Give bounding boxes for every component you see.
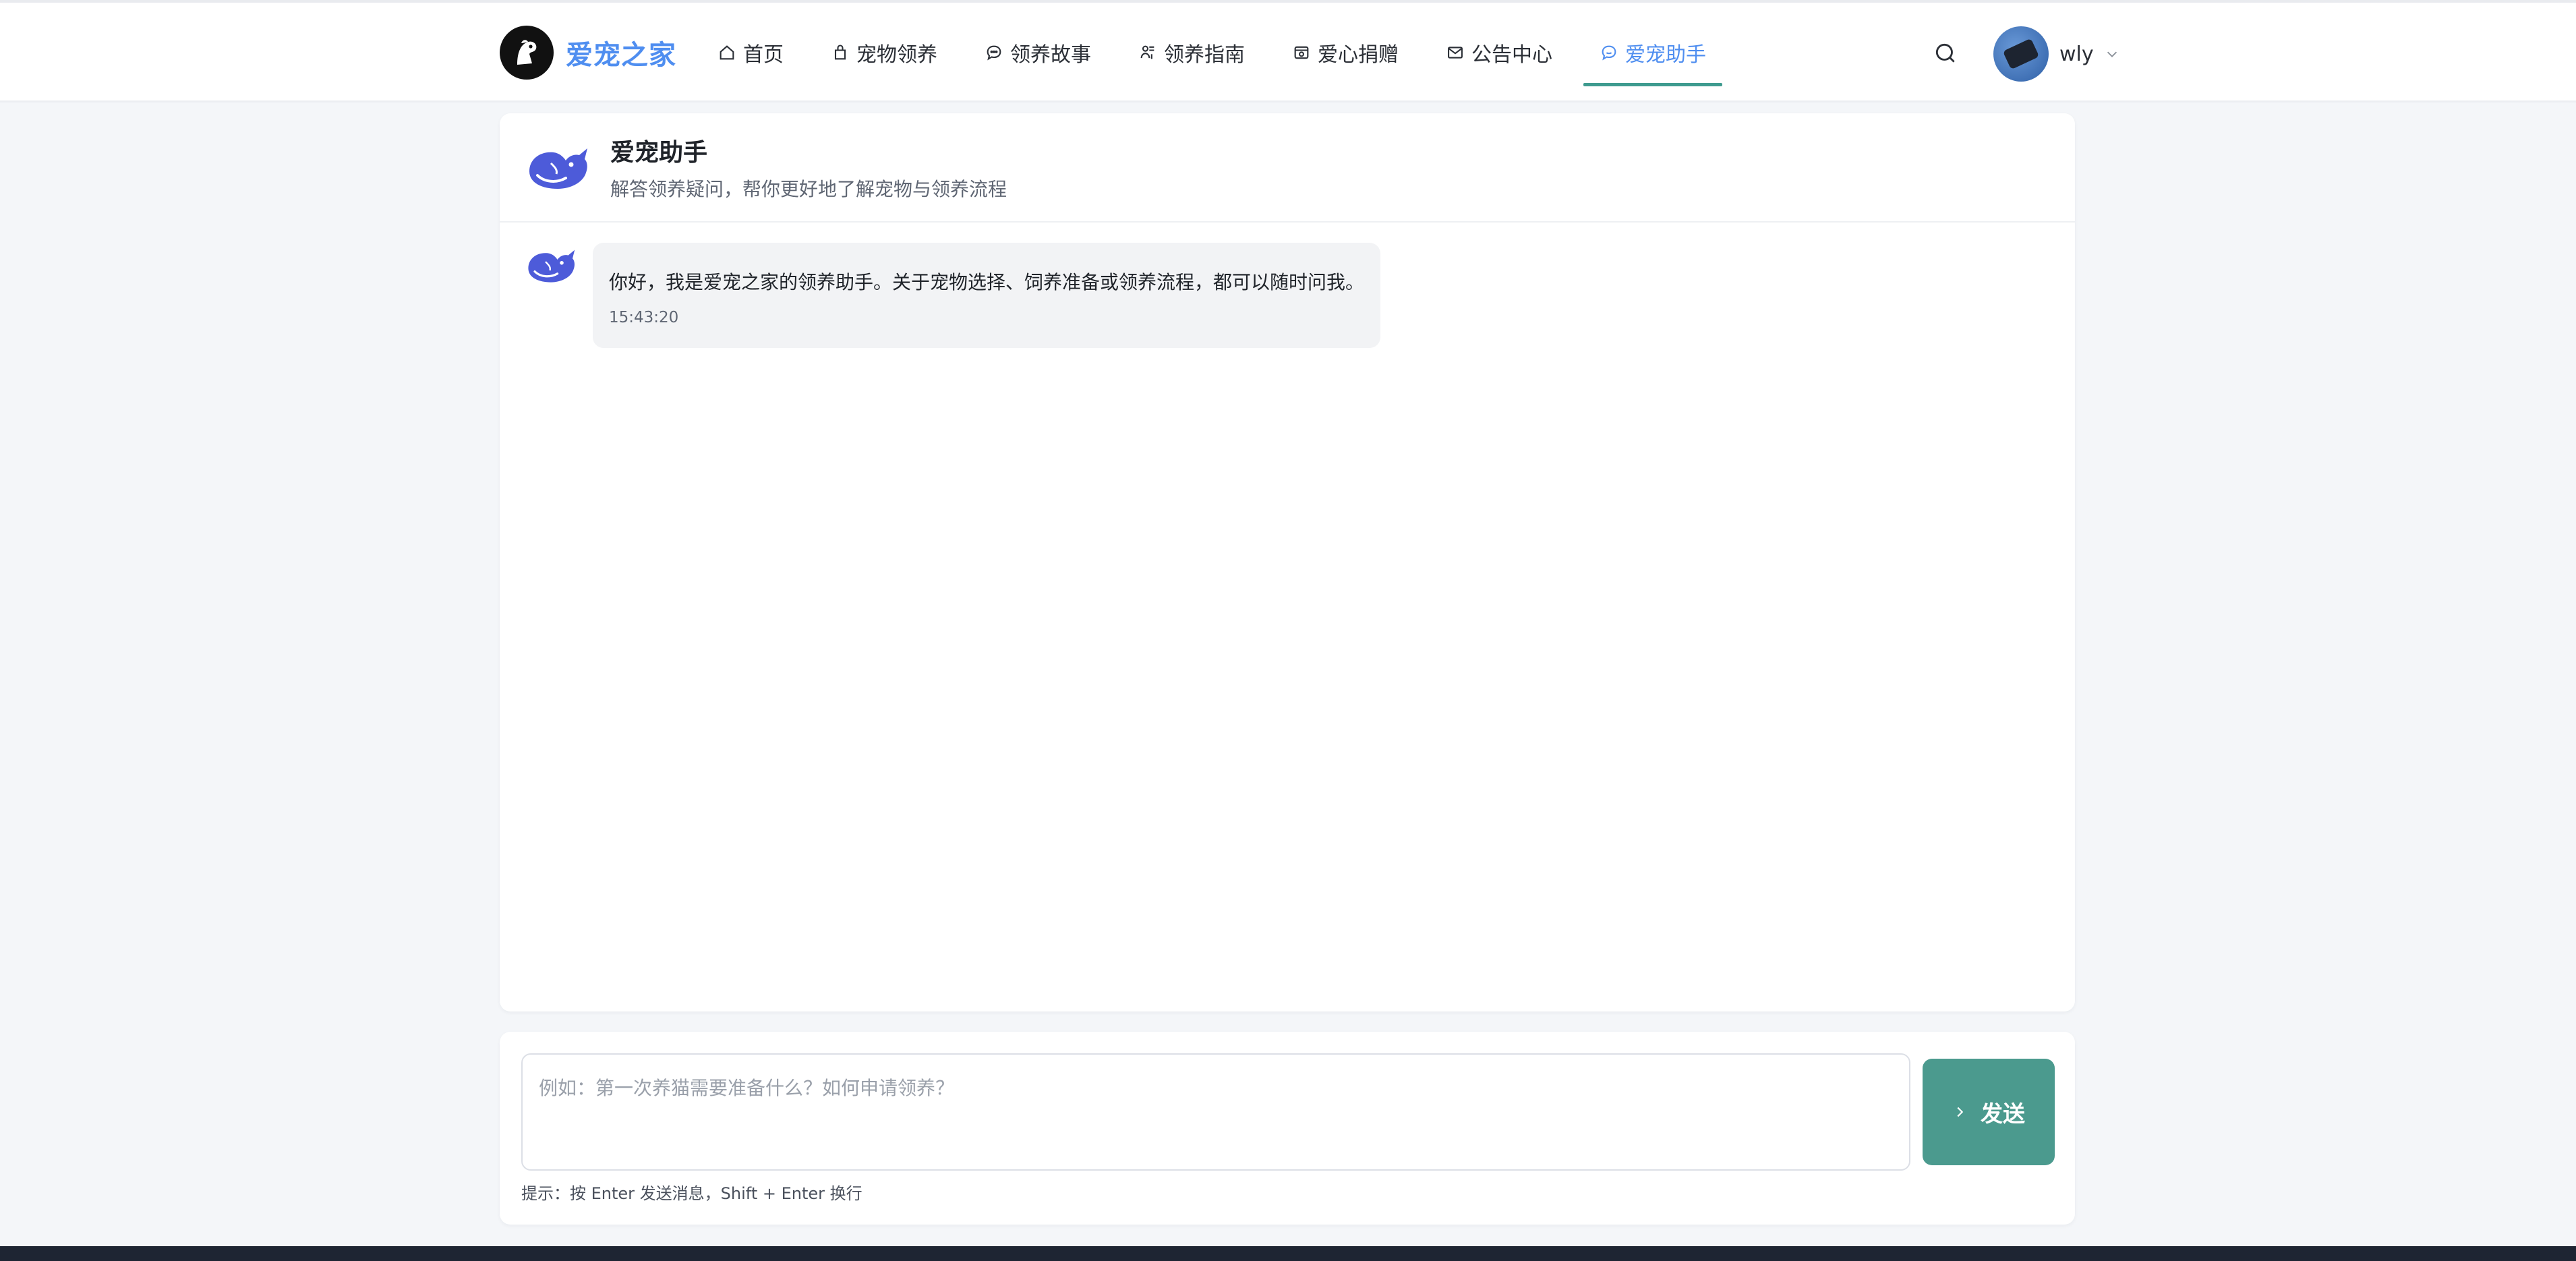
nav-item-label: 领养故事: [1010, 43, 1091, 67]
chevron-right-icon: [1957, 1107, 1964, 1117]
send-button[interactable]: 发送: [1923, 1059, 2055, 1165]
brand[interactable]: 爱宠之家: [500, 24, 676, 81]
nav-item-pet-adoption[interactable]: 宠物领养: [815, 3, 954, 102]
message-timestamp: 15:43:20: [609, 308, 679, 326]
home-icon: [720, 45, 734, 60]
nav-item-adoption-stories[interactable]: 领养故事: [968, 3, 1107, 102]
send-button-label: 发送: [1981, 1101, 2025, 1127]
message-input[interactable]: [521, 1053, 1910, 1171]
nav-item-donation[interactable]: 爱心捐赠: [1276, 3, 1415, 102]
nav-item-adoption-guide[interactable]: 领养指南: [1122, 3, 1261, 102]
footer: [0, 1246, 2576, 1261]
search-icon: [1935, 43, 1955, 63]
nav-item-label: 领养指南: [1164, 43, 1245, 67]
user-menu[interactable]: wly: [1993, 26, 2119, 82]
nav-item-label: 首页: [743, 43, 784, 67]
brand-name: 爱宠之家: [566, 40, 676, 71]
message-text: 你好，我是爱宠之家的领养助手。关于宠物选择、饲养准备或领养流程，都可以随时问我。: [609, 271, 1365, 293]
whale-avatar-icon: [528, 250, 575, 283]
mail-icon: [1448, 47, 1463, 59]
chat-bubble-icon: [987, 45, 1001, 61]
nav-item-label: 宠物领养: [856, 43, 937, 67]
chat-panel: 爱宠助手 解答领养疑问，帮你更好地了解宠物与领养流程 你好，我是爱宠之家的领养助…: [500, 113, 2075, 1011]
guide-icon: [1140, 45, 1154, 59]
search-button[interactable]: [1929, 36, 1962, 70]
whale-assistant-icon: [529, 148, 587, 189]
message-bubble: 你好，我是爱宠之家的领养助手。关于宠物选择、饲养准备或领养流程，都可以随时问我。…: [593, 243, 1380, 348]
assistant-subtitle: 解答领养疑问，帮你更好地了解宠物与领养流程: [610, 178, 1007, 200]
username: wly: [2059, 42, 2094, 66]
bag-icon: [834, 45, 846, 60]
assistant-chat-icon: [1602, 45, 1616, 61]
nav-item-home[interactable]: 首页: [701, 3, 800, 102]
main-nav: 首页 宠物领养 领养故事 领养指南 爱心捐赠 公告中心 爱宠助手: [701, 3, 1737, 102]
chat-message: 你好，我是爱宠之家的领养助手。关于宠物选择、饲养准备或领养流程，都可以随时问我。…: [524, 243, 1380, 348]
composer-panel: 发送 提示：按 Enter 发送消息，Shift + Enter 换行: [500, 1032, 2075, 1225]
avatar: [1993, 26, 2049, 82]
nav-item-label: 爱心捐赠: [1318, 43, 1399, 67]
top-navigation-bar: 爱宠之家 首页 宠物领养 领养故事 领养指南 爱心捐赠 公告中心 爱宠助手 wl…: [0, 0, 2576, 102]
dog-logo-icon: [500, 26, 554, 80]
nav-item-announcements[interactable]: 公告中心: [1430, 3, 1569, 102]
chevron-down-icon: [2107, 51, 2117, 57]
nav-item-label: 公告中心: [1471, 43, 1552, 67]
nav-item-pet-assistant[interactable]: 爱宠助手: [1583, 3, 1722, 102]
nav-item-label: 爱宠助手: [1625, 43, 1706, 67]
donation-icon: [1294, 46, 1309, 59]
chat-header-text: 爱宠助手 解答领养疑问，帮你更好地了解宠物与领养流程: [610, 133, 1007, 202]
assistant-title: 爱宠助手: [610, 139, 708, 167]
chat-header: 爱宠助手 解答领养疑问，帮你更好地了解宠物与领养流程: [500, 113, 2075, 223]
composer-hint: 提示：按 Enter 发送消息，Shift + Enter 换行: [521, 1184, 862, 1203]
